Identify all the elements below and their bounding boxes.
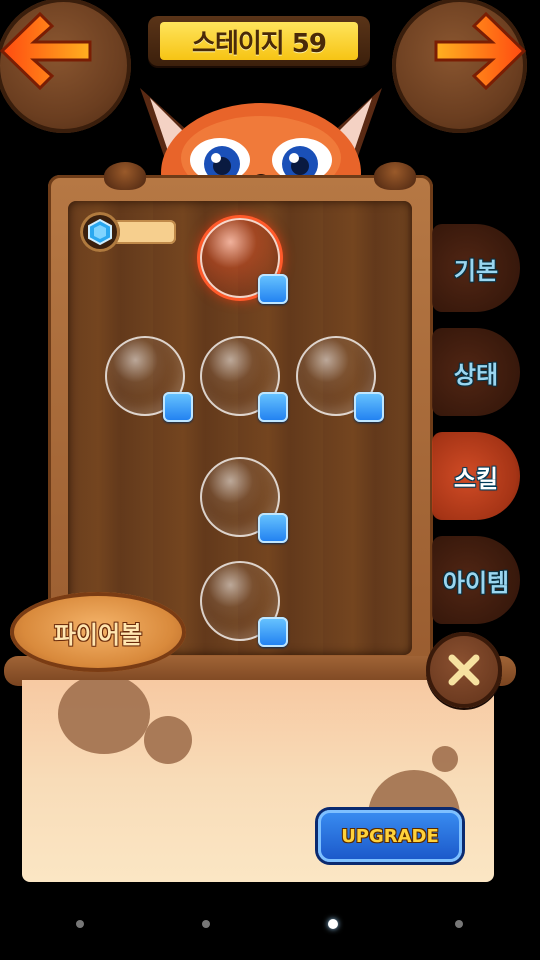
page-dot-active xyxy=(328,919,338,929)
close-button[interactable] xyxy=(426,632,502,708)
gem-counter xyxy=(80,212,176,252)
skill-gem-icon xyxy=(258,513,288,543)
skill-slot[interactable] xyxy=(200,457,288,543)
next-stage-button[interactable] xyxy=(392,0,527,133)
arrow-right-icon xyxy=(434,11,527,91)
skill-name-label: 파이어볼 xyxy=(10,592,186,672)
close-icon xyxy=(448,654,480,686)
page-dot xyxy=(455,920,463,928)
fox-paw-left xyxy=(104,162,146,190)
tab-item[interactable]: 아이템 xyxy=(432,536,520,624)
skill-gem-icon xyxy=(354,392,384,422)
skill-slot[interactable] xyxy=(200,336,288,422)
skill-gem-icon xyxy=(258,392,288,422)
stage-title-plate: 스테이지 59 xyxy=(148,16,370,66)
skill-slot[interactable] xyxy=(105,336,193,422)
prev-stage-button[interactable] xyxy=(0,0,131,133)
skill-slot[interactable] xyxy=(296,336,384,422)
upgrade-button[interactable]: UPGRADE xyxy=(318,810,462,862)
page-dot xyxy=(76,920,84,928)
skill-gem-icon xyxy=(258,617,288,647)
fox-paw-right xyxy=(374,162,416,190)
stage-title: 스테이지 59 xyxy=(160,22,358,60)
tab-basic[interactable]: 기본 xyxy=(432,224,520,312)
skill-slot-fireball[interactable] xyxy=(200,218,288,304)
blue-gem-icon xyxy=(80,212,120,252)
skill-gem-icon xyxy=(258,274,288,304)
arrow-left-icon xyxy=(0,11,92,91)
tab-status[interactable]: 상태 xyxy=(432,328,520,416)
page-dot xyxy=(202,920,210,928)
fox-character xyxy=(140,88,382,188)
skill-slot[interactable] xyxy=(200,561,288,647)
skill-gem-icon xyxy=(163,392,193,422)
tab-skill[interactable]: 스킬 xyxy=(432,432,520,520)
